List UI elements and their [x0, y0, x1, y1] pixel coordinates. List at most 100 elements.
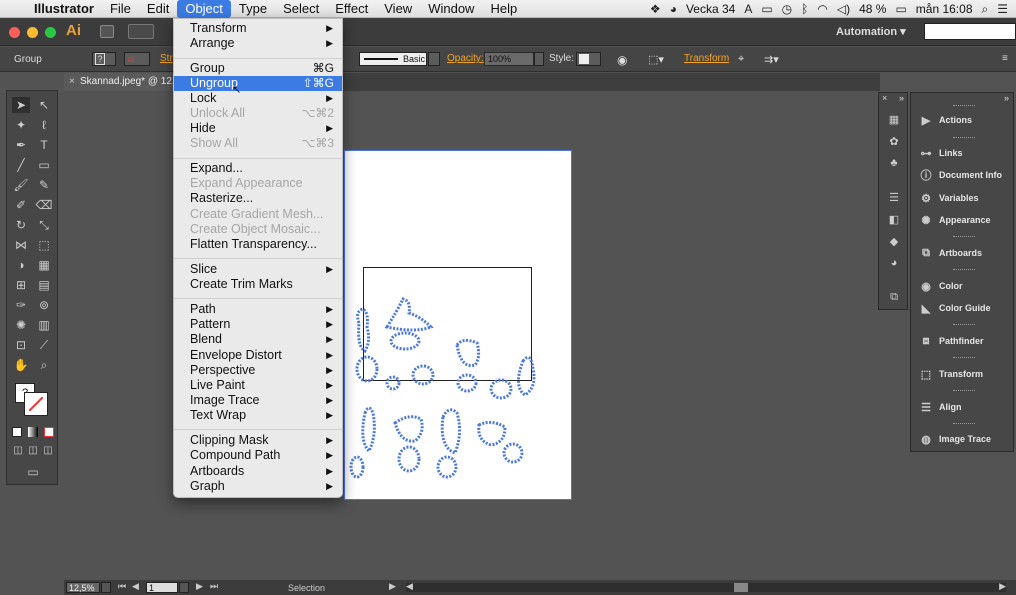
scroll-thumb[interactable]: [734, 583, 748, 592]
fill-stroke-widget[interactable]: ?: [15, 383, 51, 419]
stroke-icon[interactable]: ☰: [886, 191, 902, 205]
slice-tool-icon[interactable]: ⟋: [35, 337, 53, 353]
first-artboard-icon[interactable]: ⏮: [118, 581, 126, 592]
panel-grip[interactable]: [953, 357, 975, 359]
panel-color-guide[interactable]: ◣ Color Guide: [911, 297, 1015, 319]
stroke-link[interactable]: Str: [160, 53, 173, 64]
eraser-tool-icon[interactable]: ⌫: [35, 197, 53, 213]
spotlight-icon[interactable]: ⌕: [982, 2, 989, 17]
menu-edit[interactable]: Edit: [139, 0, 177, 18]
menu-item-pattern[interactable]: Pattern ▶: [174, 317, 342, 332]
scroll-right-icon[interactable]: ▶: [999, 581, 1006, 592]
battery-percent[interactable]: 48 %: [859, 2, 886, 16]
workspace-switcher[interactable]: Automation ▾: [836, 25, 906, 38]
panel-transform[interactable]: ⬚ Transform: [911, 363, 1015, 385]
gradient-mode-icon[interactable]: [28, 427, 38, 437]
transparency-icon[interactable]: ◕: [886, 257, 902, 271]
menu-item-arrange[interactable]: Arrange ▶: [174, 36, 342, 51]
panel-grip[interactable]: [953, 236, 975, 238]
week-label[interactable]: Vecka 34: [686, 2, 735, 16]
scale-tool-icon[interactable]: ⤡: [35, 217, 53, 233]
battery-icon[interactable]: ▭: [895, 2, 906, 16]
notification-center-icon[interactable]: ☰: [997, 2, 1008, 16]
swatches-icon[interactable]: ▦: [886, 113, 902, 127]
brushes-icon[interactable]: ✿: [886, 135, 902, 149]
gradient-icon[interactable]: ◧: [886, 213, 902, 227]
panel-grip[interactable]: [953, 324, 975, 326]
arrange-documents-icon[interactable]: [128, 24, 154, 39]
menu-item-graph[interactable]: Graph ▶: [174, 479, 342, 494]
menu-item-clipping-mask[interactable]: Clipping Mask ▶: [174, 433, 342, 448]
artboard[interactable]: [344, 150, 572, 500]
previous-artboard-icon[interactable]: ◀: [132, 581, 139, 592]
panel-grip[interactable]: [953, 423, 975, 425]
graphic-style-swatch[interactable]: [576, 52, 601, 66]
panel-artboards[interactable]: ⧉ Artboards: [911, 242, 1015, 264]
eyedropper-tool-icon[interactable]: ✑: [12, 297, 30, 313]
menu-item-flatten-transparency[interactable]: Flatten Transparency...: [174, 237, 342, 252]
isolate-group-icon[interactable]: ⌖: [738, 53, 744, 66]
mesh-tool-icon[interactable]: ⊞: [12, 277, 30, 293]
menu-item-perspective[interactable]: Perspective ▶: [174, 363, 342, 378]
artboard-number-input[interactable]: 1: [146, 582, 178, 593]
blob-brush-tool-icon[interactable]: ✐: [12, 197, 30, 213]
panel-align[interactable]: ☰ Align: [911, 396, 1015, 418]
draw-inside-icon[interactable]: ◫: [42, 445, 54, 457]
opacity-link[interactable]: Opacity:: [447, 53, 484, 64]
gradient-tool-icon[interactable]: ▤: [35, 277, 53, 293]
panel-grip[interactable]: [953, 269, 975, 271]
menu-item-slice[interactable]: Slice ▶: [174, 262, 342, 277]
control-bar-menu-icon[interactable]: ≡: [1002, 53, 1008, 64]
panel-color[interactable]: ◉ Color: [911, 275, 1015, 297]
menu-illustrator[interactable]: Illustrator: [28, 0, 102, 18]
next-artboard-icon[interactable]: ▶: [196, 581, 203, 592]
menu-item-compound-path[interactable]: Compound Path ▶: [174, 448, 342, 463]
panel-appearance[interactable]: ✺ Appearance: [911, 209, 1015, 231]
menu-item-transform[interactable]: Transform ▶: [174, 21, 342, 36]
menu-item-artboards[interactable]: Artboards ▶: [174, 464, 342, 479]
last-artboard-icon[interactable]: ⏭: [210, 581, 218, 592]
menu-effect[interactable]: Effect: [327, 0, 376, 18]
status-menu-icon[interactable]: ▶: [389, 581, 396, 592]
traced-artwork[interactable]: [345, 151, 573, 501]
rotate-tool-icon[interactable]: ↻: [12, 217, 30, 233]
volume-icon[interactable]: ◁): [837, 2, 850, 16]
status-tool-label[interactable]: Selection: [288, 583, 325, 593]
opacity-dropdown-icon[interactable]: [534, 52, 544, 66]
direct-selection-tool-icon[interactable]: ↖: [35, 97, 53, 113]
panel-document-info[interactable]: ⓘ Document Info: [911, 164, 1015, 186]
arrange-icon[interactable]: ⇉▾: [764, 53, 779, 66]
panel-image-trace[interactable]: ◍ Image Trace: [911, 428, 1015, 450]
draw-normal-icon[interactable]: ◫: [12, 445, 24, 457]
draw-behind-icon[interactable]: ◫: [27, 445, 39, 457]
menu-item-ungroup[interactable]: Ungroup ⇧⌘G: [174, 76, 342, 91]
panel-variables[interactable]: ⚙ Variables: [911, 187, 1015, 209]
panel-grip[interactable]: [953, 390, 975, 392]
bluetooth-icon[interactable]: ᛒ: [801, 2, 808, 16]
menu-item-lock[interactable]: Lock ▶: [174, 91, 342, 106]
hand-tool-icon[interactable]: ✋: [12, 357, 30, 373]
menu-item-live-paint[interactable]: Live Paint ▶: [174, 378, 342, 393]
bridge-icon[interactable]: [100, 25, 114, 38]
fill-swatch[interactable]: ?: [92, 52, 116, 66]
artboard-dropdown-icon[interactable]: [179, 582, 189, 593]
lasso-tool-icon[interactable]: ℓ: [35, 117, 53, 133]
dropbox-icon[interactable]: ❖: [650, 2, 661, 16]
shape-builder-tool-icon[interactable]: ◑: [12, 257, 30, 273]
expand-strip-icon[interactable]: »: [899, 93, 904, 103]
menu-file[interactable]: File: [102, 0, 139, 18]
magic-wand-tool-icon[interactable]: ✦: [12, 117, 30, 133]
blend-tool-icon[interactable]: ⊚: [35, 297, 53, 313]
menu-type[interactable]: Type: [231, 0, 275, 18]
stroke-swatch[interactable]: ⧄: [124, 52, 150, 66]
airplay-icon[interactable]: ▭: [761, 2, 772, 16]
type-tool-icon[interactable]: T: [35, 137, 53, 153]
help-search-input[interactable]: [924, 23, 1016, 40]
menu-item-blend[interactable]: Blend ▶: [174, 332, 342, 347]
minimize-window-icon[interactable]: [27, 27, 38, 38]
panel-actions[interactable]: ▶ Actions: [911, 109, 1015, 131]
graph-tool-icon[interactable]: ▥: [35, 317, 53, 333]
zoom-level-input[interactable]: 12,5%: [66, 582, 100, 593]
none-mode-icon[interactable]: [44, 427, 54, 437]
menu-object[interactable]: Object: [177, 0, 231, 18]
